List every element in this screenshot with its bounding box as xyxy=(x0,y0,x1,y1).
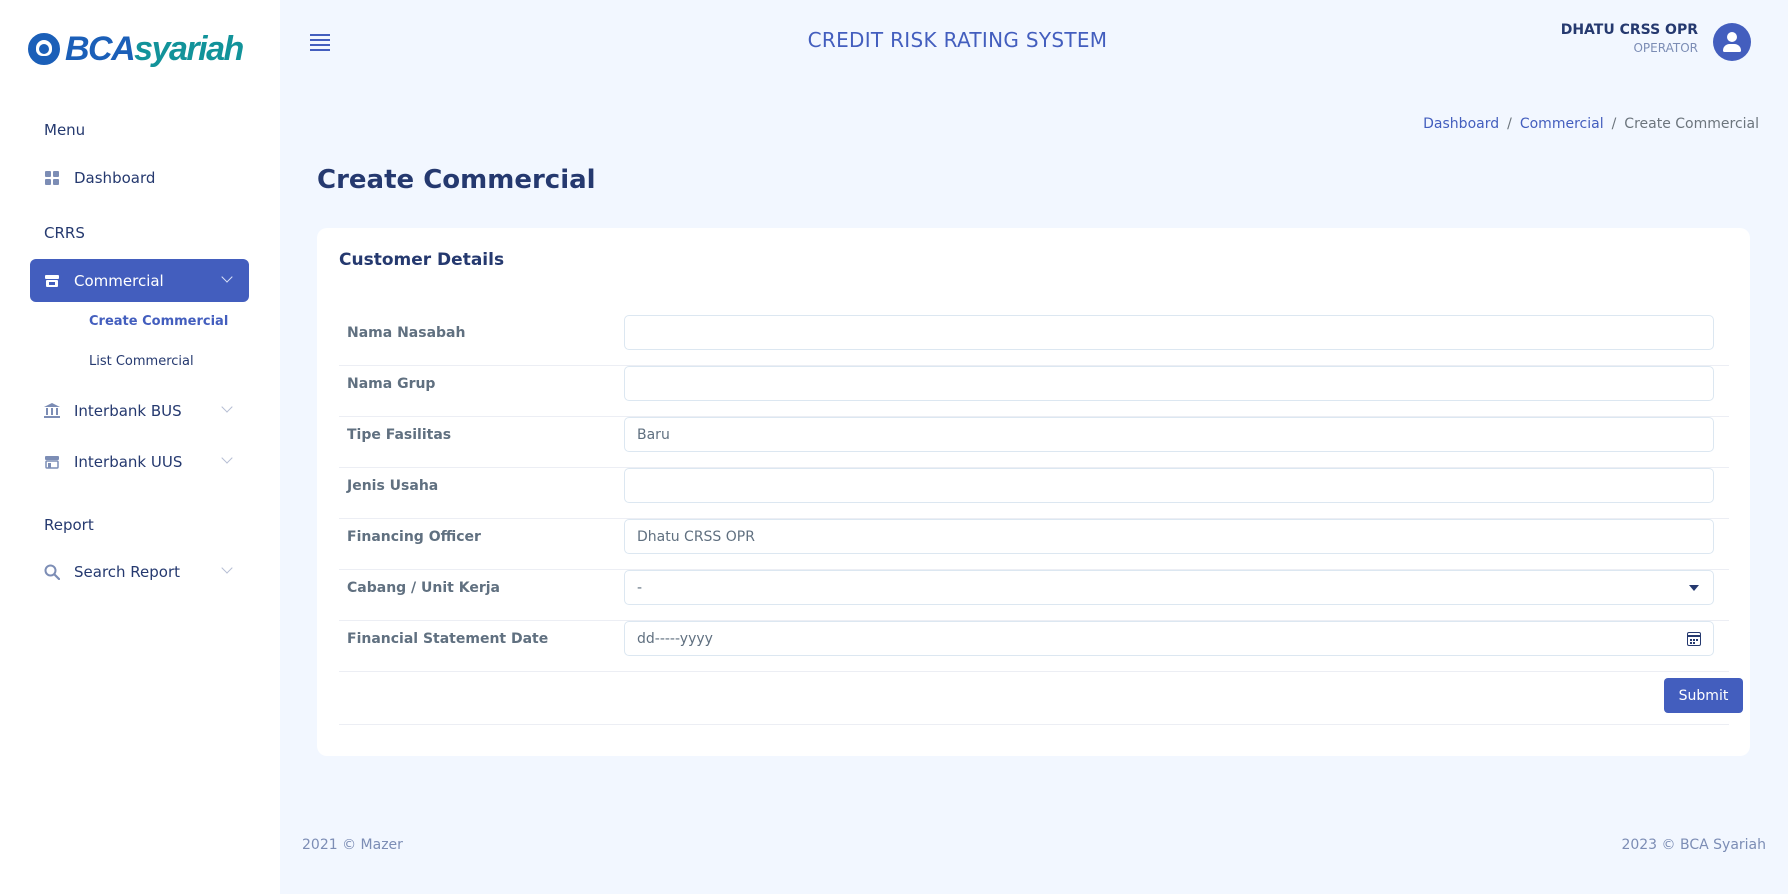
caret-down-icon xyxy=(1689,585,1699,591)
financial-statement-date-input[interactable]: dd-----yyyy xyxy=(624,621,1714,656)
date-placeholder: dd-----yyyy xyxy=(637,630,713,647)
sidebar-item-interbank-bus[interactable]: Interbank BUS xyxy=(30,389,249,432)
app-title: CREDIT RISK RATING SYSTEM xyxy=(807,28,1108,52)
chevron-down-icon xyxy=(221,401,233,413)
sidebar-section-menu: Menu xyxy=(44,121,86,139)
chevron-down-icon xyxy=(221,562,233,574)
cabang-unit-kerja-select[interactable]: - xyxy=(624,570,1714,605)
bank-icon xyxy=(44,403,60,419)
form-row-tipe-fasilitas: Tipe Fasilitas Baru xyxy=(339,417,1729,468)
field-label: Financing Officer xyxy=(347,529,481,545)
sidebar-section-crrs: CRRS xyxy=(44,224,85,242)
sidebar-item-dashboard[interactable]: Dashboard xyxy=(30,156,249,199)
sidebar-item-commercial[interactable]: Commercial xyxy=(30,259,249,302)
sidebar-section-report: Report xyxy=(44,516,94,534)
sidebar-subitem-create-commercial[interactable]: Create Commercial xyxy=(89,314,228,329)
footer-left-text: 2021 © Mazer xyxy=(302,837,403,853)
card-title: Customer Details xyxy=(339,250,505,270)
field-label: Nama Grup xyxy=(347,376,436,392)
nama-nasabah-input[interactable] xyxy=(624,315,1714,350)
field-label: Nama Nasabah xyxy=(347,325,466,341)
footer-right-text: 2023 © BCA Syariah xyxy=(1621,837,1766,853)
sidebar-subitem-list-commercial[interactable]: List Commercial xyxy=(89,354,194,369)
field-label: Jenis Usaha xyxy=(347,478,439,494)
user-info[interactable]: DHATU CRSS OPR OPERATOR xyxy=(1561,22,1698,55)
form-row-nama-nasabah: Nama Nasabah xyxy=(339,315,1729,366)
breadcrumb-commercial[interactable]: Commercial xyxy=(1520,116,1604,132)
breadcrumb-current: Create Commercial xyxy=(1624,116,1759,132)
nama-grup-input[interactable] xyxy=(624,366,1714,401)
search-icon xyxy=(44,564,60,580)
avatar[interactable] xyxy=(1713,23,1751,61)
user-name: DHATU CRSS OPR xyxy=(1560,22,1698,38)
form-row-actions: Submit xyxy=(339,672,1743,725)
form-row-nama-grup: Nama Grup xyxy=(339,366,1729,417)
chevron-down-icon xyxy=(221,271,233,283)
sidebar-item-label: Search Report xyxy=(74,562,181,581)
sidebar-item-label: Interbank UUS xyxy=(74,452,183,471)
breadcrumb-separator: / xyxy=(1507,116,1512,132)
form-row-cabang-unit-kerja: Cabang / Unit Kerja - xyxy=(339,570,1729,621)
sidebar-item-label: Commercial xyxy=(74,271,164,290)
field-label: Financial Statement Date xyxy=(347,631,549,647)
form-row-financial-statement-date: Financial Statement Date dd-----yyyy xyxy=(339,621,1729,672)
breadcrumb-separator: / xyxy=(1611,116,1617,132)
shop-window-icon xyxy=(44,454,60,470)
customer-details-card: Customer Details Nama Nasabah Nama Grup … xyxy=(317,228,1750,756)
breadcrumb: Dashboard / Commercial / Create Commerci… xyxy=(1423,116,1759,132)
submit-button[interactable]: Submit xyxy=(1664,678,1743,713)
sidebar-item-label: Interbank BUS xyxy=(74,401,182,420)
calendar-icon[interactable] xyxy=(1687,632,1701,646)
user-role: OPERATOR xyxy=(1633,41,1698,55)
grid-icon xyxy=(44,170,60,186)
select-value: - xyxy=(637,579,643,596)
form-row-financing-officer: Financing Officer Dhatu CRSS OPR xyxy=(339,519,1729,570)
sidebar: BCAsyariah Menu Dashboard CRRS Commercia… xyxy=(0,0,280,894)
field-label: Tipe Fasilitas xyxy=(347,427,452,443)
field-label: Cabang / Unit Kerja xyxy=(347,580,500,596)
chevron-down-icon xyxy=(221,452,233,464)
shop-icon xyxy=(44,273,60,289)
form-row-jenis-usaha: Jenis Usaha xyxy=(339,468,1729,519)
financing-officer-input[interactable]: Dhatu CRSS OPR xyxy=(624,519,1714,554)
sidebar-item-interbank-uus[interactable]: Interbank UUS xyxy=(30,440,249,483)
tipe-fasilitas-input[interactable]: Baru xyxy=(624,417,1714,452)
sidebar-item-label: Dashboard xyxy=(74,168,156,187)
sidebar-item-search-report[interactable]: Search Report xyxy=(30,550,249,593)
breadcrumb-dashboard[interactable]: Dashboard xyxy=(1423,116,1499,132)
page-title: Create Commercial xyxy=(317,165,596,195)
jenis-usaha-input[interactable] xyxy=(624,468,1714,503)
